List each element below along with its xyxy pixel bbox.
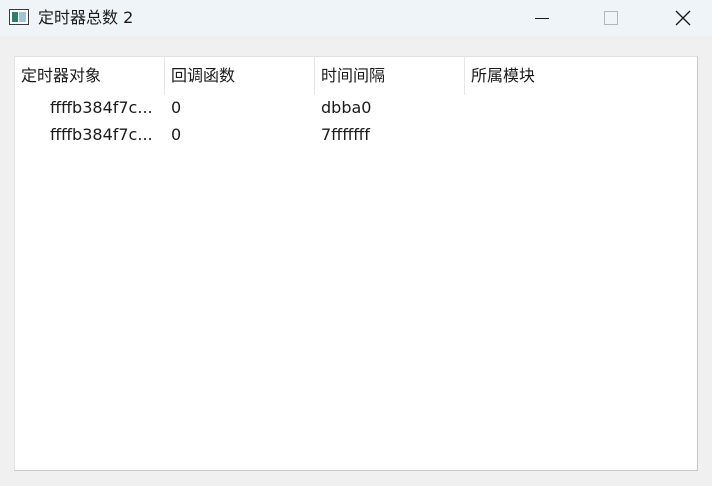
column-header-module[interactable]: 所属模块 (465, 57, 697, 95)
cell-module (471, 121, 691, 148)
table-row[interactable]: ffffb384f7c... 0 7fffffff (15, 121, 697, 148)
column-header-timer-object[interactable]: 定时器对象 (15, 57, 165, 95)
title-bar[interactable]: 定时器总数 2 (0, 0, 712, 36)
cell-module (471, 94, 691, 121)
table-row[interactable]: ffffb384f7c... 0 dbba0 (15, 94, 697, 121)
column-header-interval[interactable]: 时间间隔 (315, 57, 465, 95)
minimize-icon (535, 18, 549, 19)
cell-callback: 0 (171, 125, 182, 144)
cell-callback: 0 (171, 98, 182, 117)
minimize-button[interactable] (519, 0, 565, 36)
window-title: 定时器总数 2 (38, 8, 134, 27)
cell-interval: 7fffffff (321, 125, 370, 144)
cell-timer-object: ffffb384f7c... (50, 98, 153, 117)
maximize-icon (604, 11, 618, 25)
timer-table[interactable]: 定时器对象 回调函数 时间间隔 所属模块 ffffb384f7c... 0 db… (14, 56, 698, 471)
cell-interval: dbba0 (321, 98, 372, 117)
close-button[interactable] (660, 0, 706, 36)
cell-timer-object: ffffb384f7c... (50, 125, 153, 144)
close-icon (675, 10, 691, 26)
column-header-callback[interactable]: 回调函数 (165, 57, 315, 95)
maximize-button[interactable] (588, 0, 634, 36)
app-window-icon (9, 9, 29, 25)
table-header: 定时器对象 回调函数 时间间隔 所属模块 (15, 57, 697, 95)
